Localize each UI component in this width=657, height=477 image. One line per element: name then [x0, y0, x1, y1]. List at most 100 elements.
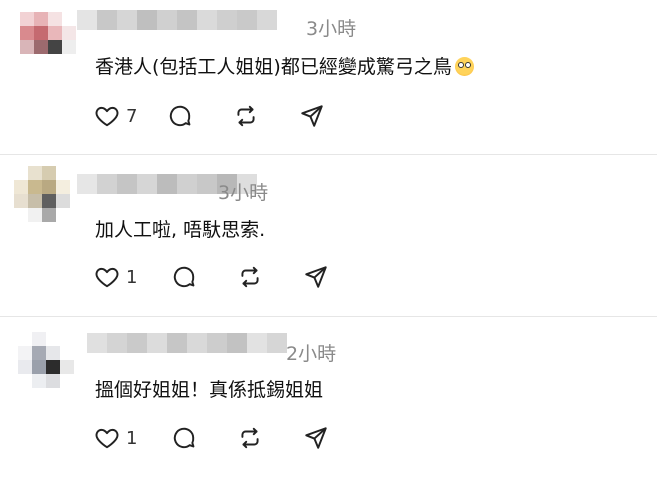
avatar-pixel — [34, 40, 48, 54]
heart-icon — [95, 267, 119, 288]
username-pixel — [87, 333, 107, 353]
username-pixel — [197, 10, 217, 30]
avatar-pixel — [20, 54, 34, 68]
flushed-face-emoji — [454, 57, 474, 76]
avatar-pixel — [28, 180, 42, 194]
avatar[interactable] — [20, 12, 76, 68]
avatar-pixel — [56, 208, 70, 222]
username-pixel — [117, 174, 137, 194]
repost-button[interactable] — [237, 425, 263, 451]
comment-item: 2小時 搵個好姐姐！真係抵錫姐姐 1 — [0, 317, 657, 477]
username-pixel — [247, 333, 267, 353]
avatar-pixel — [46, 360, 60, 374]
username-blurred[interactable] — [87, 333, 287, 353]
comment-button[interactable] — [171, 264, 197, 290]
send-icon — [301, 105, 324, 127]
avatar-pixel — [42, 208, 56, 222]
comment-icon — [174, 266, 195, 288]
avatar-pixel — [18, 374, 32, 388]
avatar-pixel — [48, 40, 62, 54]
username-pixel — [267, 333, 287, 353]
comment-button[interactable] — [167, 103, 193, 129]
comment-text: 香港人(包括工人姐姐)都已經變成驚弓之鳥 — [95, 52, 474, 79]
repost-icon — [241, 266, 260, 288]
repost-icon — [237, 105, 256, 127]
avatar-pixel — [62, 54, 76, 68]
heart-icon — [95, 428, 119, 449]
avatar-pixel — [42, 180, 56, 194]
avatar-pixel — [14, 180, 28, 194]
action-bar: 1 — [94, 425, 329, 451]
avatar-pixel — [62, 40, 76, 54]
avatar-pixel — [48, 12, 62, 26]
avatar-pixel — [34, 26, 48, 40]
repost-button[interactable] — [237, 264, 263, 290]
avatar-pixel — [32, 374, 46, 388]
avatar-pixel — [20, 26, 34, 40]
username-pixel — [237, 10, 257, 30]
like-button[interactable]: 1 — [94, 425, 137, 451]
timestamp: 2小時 — [286, 343, 337, 365]
username-blurred[interactable] — [77, 10, 277, 30]
like-button[interactable]: 1 — [94, 264, 137, 290]
avatar-pixel — [34, 54, 48, 68]
avatar-pixel — [32, 346, 46, 360]
timestamp: 3小時 — [306, 18, 357, 40]
avatar[interactable] — [14, 166, 70, 222]
heart-icon — [95, 106, 119, 127]
like-count: 7 — [126, 105, 138, 127]
username-pixel — [107, 333, 127, 353]
share-button[interactable] — [299, 103, 325, 129]
comment-text-body: 香港人(包括工人姐姐)都已經變成驚弓之鳥 — [95, 56, 452, 78]
username-pixel — [157, 174, 177, 194]
comment-text: 加人工啦, 唔馱思索. — [95, 219, 266, 241]
username-pixel — [137, 174, 157, 194]
username-pixel — [167, 333, 187, 353]
avatar-pixel — [28, 208, 42, 222]
avatar[interactable] — [18, 332, 74, 388]
avatar-pixel — [46, 332, 60, 346]
avatar-pixel — [46, 346, 60, 360]
share-button[interactable] — [303, 425, 329, 451]
action-bar: 1 — [94, 264, 329, 290]
avatar-pixel — [62, 26, 76, 40]
avatar-pixel — [56, 194, 70, 208]
share-button[interactable] — [303, 264, 329, 290]
username-pixel — [97, 174, 117, 194]
avatar-pixel — [46, 374, 60, 388]
send-icon — [305, 266, 328, 288]
username-pixel — [117, 10, 137, 30]
send-icon — [305, 427, 328, 449]
avatar-pixel — [60, 332, 74, 346]
username-pixel — [207, 333, 227, 353]
avatar-pixel — [60, 374, 74, 388]
avatar-pixel — [28, 166, 42, 180]
avatar-pixel — [18, 360, 32, 374]
avatar-pixel — [18, 346, 32, 360]
comment-icon — [170, 105, 191, 127]
avatar-pixel — [56, 166, 70, 180]
avatar-pixel — [14, 208, 28, 222]
comment-button[interactable] — [171, 425, 197, 451]
avatar-pixel — [32, 360, 46, 374]
like-count: 1 — [126, 266, 138, 288]
avatar-pixel — [34, 12, 48, 26]
avatar-pixel — [20, 40, 34, 54]
avatar-pixel — [18, 332, 32, 346]
avatar-pixel — [28, 194, 42, 208]
avatar-pixel — [60, 346, 74, 360]
username-pixel — [177, 174, 197, 194]
username-pixel — [77, 10, 97, 30]
like-button[interactable]: 7 — [94, 103, 137, 129]
username-pixel — [77, 174, 97, 194]
repost-button[interactable] — [233, 103, 259, 129]
repost-icon — [241, 427, 260, 449]
username-pixel — [257, 10, 277, 30]
username-pixel — [227, 333, 247, 353]
avatar-pixel — [56, 180, 70, 194]
username-pixel — [217, 10, 237, 30]
username-pixel — [137, 10, 157, 30]
avatar-pixel — [14, 194, 28, 208]
timestamp: 3小時 — [218, 182, 269, 204]
avatar-pixel — [42, 194, 56, 208]
